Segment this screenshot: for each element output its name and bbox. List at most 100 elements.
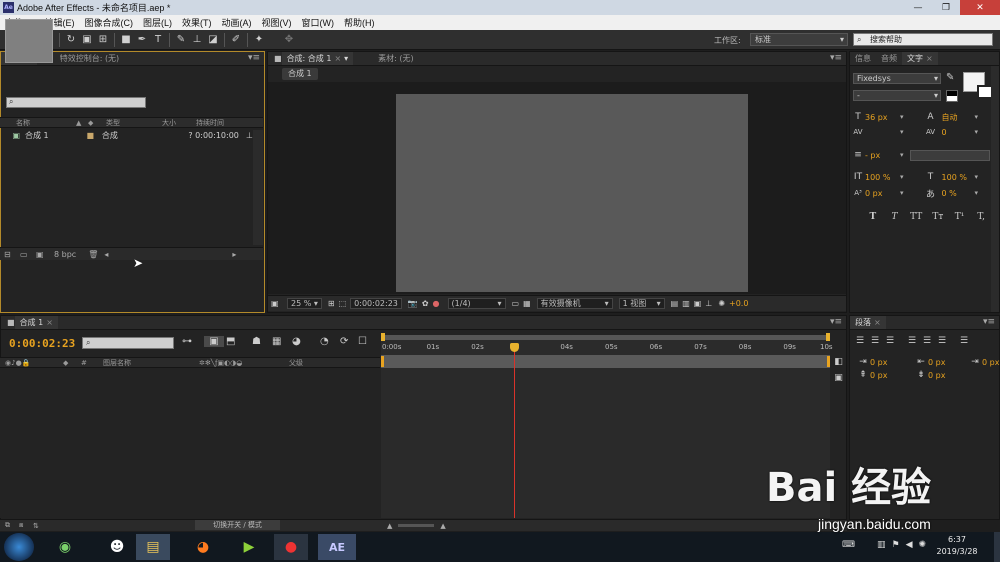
project-scrollbar[interactable] (253, 130, 263, 245)
tab-timeline-comp[interactable]: 合成 1 × (14, 316, 58, 329)
current-time-display[interactable]: 0:00:02:23 (9, 337, 75, 350)
camera-select[interactable]: 有效摄像机 ▾ (536, 298, 613, 309)
lock-icon[interactable]: ■ (274, 54, 282, 63)
col-size[interactable]: 大小 (162, 118, 196, 128)
tab-audio[interactable]: 音频 (876, 52, 902, 65)
superscript-button[interactable]: T¹ (949, 212, 971, 222)
timeline-icon[interactable]: ▣ (694, 299, 702, 308)
playhead-line[interactable] (514, 343, 515, 518)
qq-icon[interactable]: ☻ (100, 534, 134, 560)
timeline-tracks[interactable] (381, 368, 830, 518)
show-snapshot-icon[interactable]: ✿ (422, 299, 429, 308)
zoom-select[interactable]: 25 % ▾ (287, 298, 322, 309)
table-row[interactable]: ▣ 合成 1 ■ 合成 ? 0:00:10:00 ⊥ (0, 130, 254, 141)
pen-tool-icon[interactable]: ✒ (134, 32, 150, 48)
weather-icon[interactable]: ✺ (919, 540, 927, 550)
eraser-tool-icon[interactable]: ◪ (205, 32, 221, 48)
tab-paragraph[interactable]: 段落 × (850, 316, 886, 329)
channels-icon[interactable]: ● (433, 299, 440, 308)
menu-layer[interactable]: 图层(L) (138, 16, 177, 29)
auto-keyframe-icon[interactable]: ⟳ (340, 336, 358, 347)
leading-value[interactable]: 自动 (942, 112, 972, 123)
mask-visibility-icon[interactable]: ⬚ (339, 299, 347, 308)
brainstorm-icon[interactable]: ◔ (320, 336, 340, 347)
pan-behind-tool-icon[interactable]: ⊞ (95, 32, 111, 48)
indent-right-value[interactable]: 0 px (928, 358, 962, 367)
bpc-label[interactable]: 8 bpc (54, 250, 76, 259)
col-duration[interactable]: 持续时间 (196, 118, 224, 128)
roto-brush-tool-icon[interactable]: ✐ (228, 32, 244, 48)
comp-frame[interactable] (396, 94, 748, 292)
render-queue-icon[interactable]: ■ (7, 318, 15, 327)
graph-editor-icon[interactable]: ☐ (358, 336, 376, 347)
faux-italic-button[interactable]: T (884, 212, 906, 222)
layer-switches-icon[interactable]: ⧉ (5, 521, 19, 530)
draft-3d-icon[interactable]: ⬒ (226, 336, 248, 347)
zoom-slider[interactable] (398, 524, 435, 527)
brush-tool-icon[interactable]: ✎ (173, 32, 189, 48)
region-of-interest-icon[interactable]: ▭ (512, 299, 520, 308)
transparency-grid-icon[interactable]: ▦ (523, 299, 531, 308)
panel-menu-icon[interactable]: ▾≡ (983, 317, 995, 327)
all-caps-button[interactable]: TT (905, 212, 927, 222)
current-time-indicator[interactable] (510, 343, 519, 352)
col-source-name[interactable]: 图层名称 (103, 358, 199, 368)
rectangle-tool-icon[interactable]: ■ (118, 32, 134, 48)
current-time-field[interactable]: 0:00:02:23 (350, 298, 402, 309)
subscript-button[interactable]: T, (970, 212, 992, 222)
stroke-width-value[interactable]: - px (865, 151, 897, 160)
col-name[interactable]: 名称 (16, 118, 76, 128)
duration-start-marker[interactable] (381, 356, 384, 367)
close-icon[interactable]: × (874, 318, 881, 327)
file-explorer-icon[interactable]: ▤ (136, 534, 170, 560)
motion-blur-icon[interactable]: ◕ (292, 336, 314, 347)
browser-360-icon[interactable]: ◉ (48, 534, 82, 560)
layer-search-input[interactable]: ⌕ (82, 337, 174, 349)
network-icon[interactable]: ▥ (877, 540, 886, 550)
search-help-input[interactable]: ⌕ 搜索帮助 (853, 33, 993, 46)
toggle-switches-modes-button[interactable]: 切换开关 / 模式 (195, 520, 280, 530)
project-search-input[interactable]: ⌕ (6, 97, 146, 108)
clone-stamp-tool-icon[interactable]: ⊥ (189, 32, 205, 48)
work-area-start-handle[interactable] (381, 333, 385, 341)
in-out-icon[interactable]: ⇅ (33, 522, 47, 530)
safe-margins-icon[interactable]: ⊞ (328, 299, 335, 308)
indent-left-value[interactable]: 0 px (870, 358, 904, 367)
frame-blending-icon[interactable]: ▦ (272, 336, 292, 347)
baseline-shift-value[interactable]: 0 px (865, 189, 897, 198)
flowchart-icon[interactable]: ⊥ (705, 299, 712, 308)
eyedropper-icon[interactable]: ✎ (946, 72, 954, 83)
menu-animation[interactable]: 动画(A) (217, 16, 257, 29)
taskbar-clock[interactable]: 6:37 2019/3/28 (934, 535, 980, 556)
resolution-select[interactable]: (1/4) ▾ (447, 298, 506, 309)
small-caps-button[interactable]: Tт (927, 212, 949, 222)
tab-effect-controls[interactable]: 特效控制台: (无) (55, 52, 124, 65)
flag-icon[interactable]: ⚑ (892, 540, 900, 550)
scroll-left-icon[interactable]: ◂ (104, 250, 108, 259)
hide-shy-icon[interactable]: ☗ (252, 336, 272, 347)
comp-button-icon[interactable]: ▣ (831, 373, 846, 383)
align-right-icon[interactable]: ☰ (886, 336, 908, 346)
font-family-select[interactable]: Fixedsys ▾ (853, 73, 941, 84)
transfer-controls-icon[interactable]: ⧈ (19, 521, 33, 530)
faux-bold-button[interactable]: T (862, 212, 884, 222)
exposure-value[interactable]: +0.0 (729, 299, 748, 308)
fast-previews-icon[interactable]: ▥ (682, 299, 690, 308)
black-white-swatches[interactable] (946, 90, 958, 102)
panel-menu-icon[interactable]: ▾≡ (830, 53, 842, 63)
new-composition-icon[interactable]: ▣ (36, 250, 48, 259)
justify-all-icon[interactable]: ☰ (960, 336, 975, 346)
new-folder-icon[interactable]: ▭ (20, 250, 32, 259)
close-button[interactable]: ✕ (960, 0, 1000, 15)
horizontal-scale-value[interactable]: 100 % (942, 173, 972, 182)
firefox-icon[interactable]: ◕ (186, 534, 220, 560)
live-update-icon[interactable]: ▣ (204, 336, 224, 347)
puppet-pin-tool-icon[interactable]: ✦ (251, 32, 267, 48)
rotate-tool-icon[interactable]: ↻ (63, 32, 79, 48)
close-icon[interactable]: × (926, 54, 933, 63)
zoom-out-icon[interactable]: ▲ (387, 522, 392, 530)
interpret-footage-icon[interactable]: ⊟ (4, 250, 16, 259)
media-player-icon[interactable]: ▶ (232, 534, 266, 560)
space-before-value[interactable]: 0 px (870, 371, 904, 380)
minimize-button[interactable]: — (904, 0, 932, 15)
